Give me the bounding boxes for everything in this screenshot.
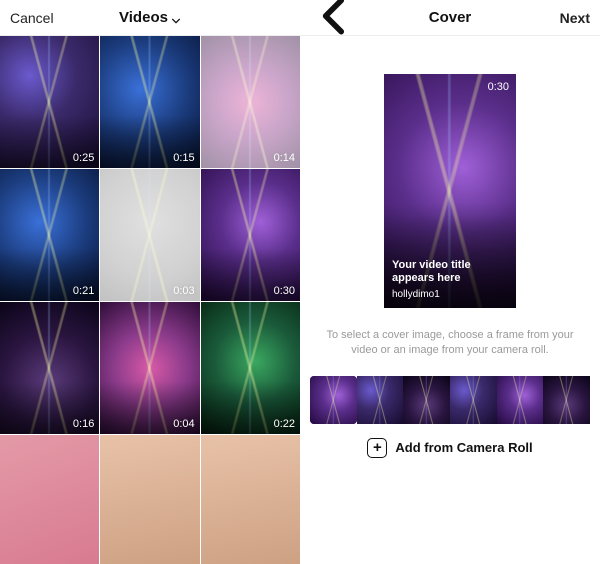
- video-duration: 0:03: [173, 285, 194, 297]
- video-thumb[interactable]: 0:22: [201, 302, 300, 434]
- video-duration: 0:04: [173, 418, 194, 430]
- video-thumb-image: [100, 435, 199, 564]
- cover-title-line1: Your video title: [392, 259, 471, 271]
- album-title: Videos: [119, 9, 168, 26]
- cover-header: Cover Next: [300, 0, 600, 36]
- video-thumb[interactable]: 0:14: [201, 36, 300, 168]
- cover-preview: 0:30 Your video title appears here holly…: [384, 74, 516, 308]
- video-thumb-image: [0, 169, 99, 301]
- video-thumb-image: [100, 302, 199, 434]
- next-button[interactable]: Next: [540, 10, 590, 26]
- cover-username: hollydimo1: [392, 289, 440, 300]
- video-duration: 0:25: [73, 152, 94, 164]
- cover-frame-image: [310, 376, 357, 424]
- cover-frame-image: [497, 376, 544, 424]
- cancel-button[interactable]: Cancel: [10, 10, 60, 26]
- cover-frame[interactable]: [450, 376, 497, 424]
- video-duration: 0:16: [73, 418, 94, 430]
- cover-screen: Cover Next 0:30 Your video title appears…: [300, 0, 600, 564]
- video-thumb[interactable]: 0:21: [0, 169, 99, 301]
- video-thumb-image: [201, 169, 300, 301]
- video-thumb-image: [201, 435, 300, 564]
- video-thumb[interactable]: 0:15: [100, 36, 199, 168]
- video-thumb-image: [201, 302, 300, 434]
- video-thumb-image: [201, 36, 300, 168]
- picker-header: Cancel Videos: [0, 0, 300, 36]
- video-duration: 0:22: [274, 418, 295, 430]
- video-duration: 0:30: [274, 285, 295, 297]
- video-thumb[interactable]: 0:16: [0, 302, 99, 434]
- cover-title-overlay: Your video title appears here: [392, 259, 471, 287]
- chevron-down-icon: [171, 13, 181, 23]
- cover-title: Cover: [429, 9, 472, 26]
- cover-frame-image: [543, 376, 590, 424]
- video-thumb-image: [0, 36, 99, 168]
- video-thumb-image: [100, 169, 199, 301]
- album-dropdown[interactable]: Videos: [119, 9, 181, 26]
- video-duration: 0:15: [173, 152, 194, 164]
- video-grid: 0:25 0:15 0:14 0:21 0:03 0:30 0:16 0:04 0:22: [0, 36, 300, 564]
- video-thumb-image: [0, 435, 99, 564]
- video-thumb[interactable]: [100, 435, 199, 564]
- cover-hint: To select a cover image, choose a frame …: [318, 328, 582, 358]
- frame-strip: [300, 376, 600, 424]
- cover-area: 0:30 Your video title appears here holly…: [300, 36, 600, 564]
- cover-frame[interactable]: [497, 376, 544, 424]
- cover-duration: 0:30: [488, 81, 509, 93]
- add-from-camera-roll-label: Add from Camera Roll: [395, 440, 532, 455]
- video-thumb[interactable]: 0:25: [0, 36, 99, 168]
- video-thumb[interactable]: 0:30: [201, 169, 300, 301]
- video-duration: 0:21: [73, 285, 94, 297]
- video-duration: 0:14: [274, 152, 295, 164]
- cover-frame[interactable]: [403, 376, 450, 424]
- cover-title-line2: appears here: [392, 272, 460, 284]
- cover-frame[interactable]: [310, 376, 357, 424]
- cover-frame[interactable]: [543, 376, 590, 424]
- video-picker-screen: Cancel Videos 0:250:150:140:210:030:300:…: [0, 0, 300, 564]
- plus-icon: +: [367, 438, 387, 458]
- video-thumb[interactable]: 0:03: [100, 169, 199, 301]
- cover-frame-image: [450, 376, 497, 424]
- video-thumb-image: [0, 302, 99, 434]
- cover-frame-image: [403, 376, 450, 424]
- cover-frame[interactable]: [357, 376, 404, 424]
- add-from-camera-roll-button[interactable]: + Add from Camera Roll: [367, 438, 532, 458]
- video-thumb[interactable]: 0:04: [100, 302, 199, 434]
- video-thumb[interactable]: [201, 435, 300, 564]
- video-thumb[interactable]: [0, 435, 99, 564]
- cover-frame-image: [357, 376, 404, 424]
- video-thumb-image: [100, 36, 199, 168]
